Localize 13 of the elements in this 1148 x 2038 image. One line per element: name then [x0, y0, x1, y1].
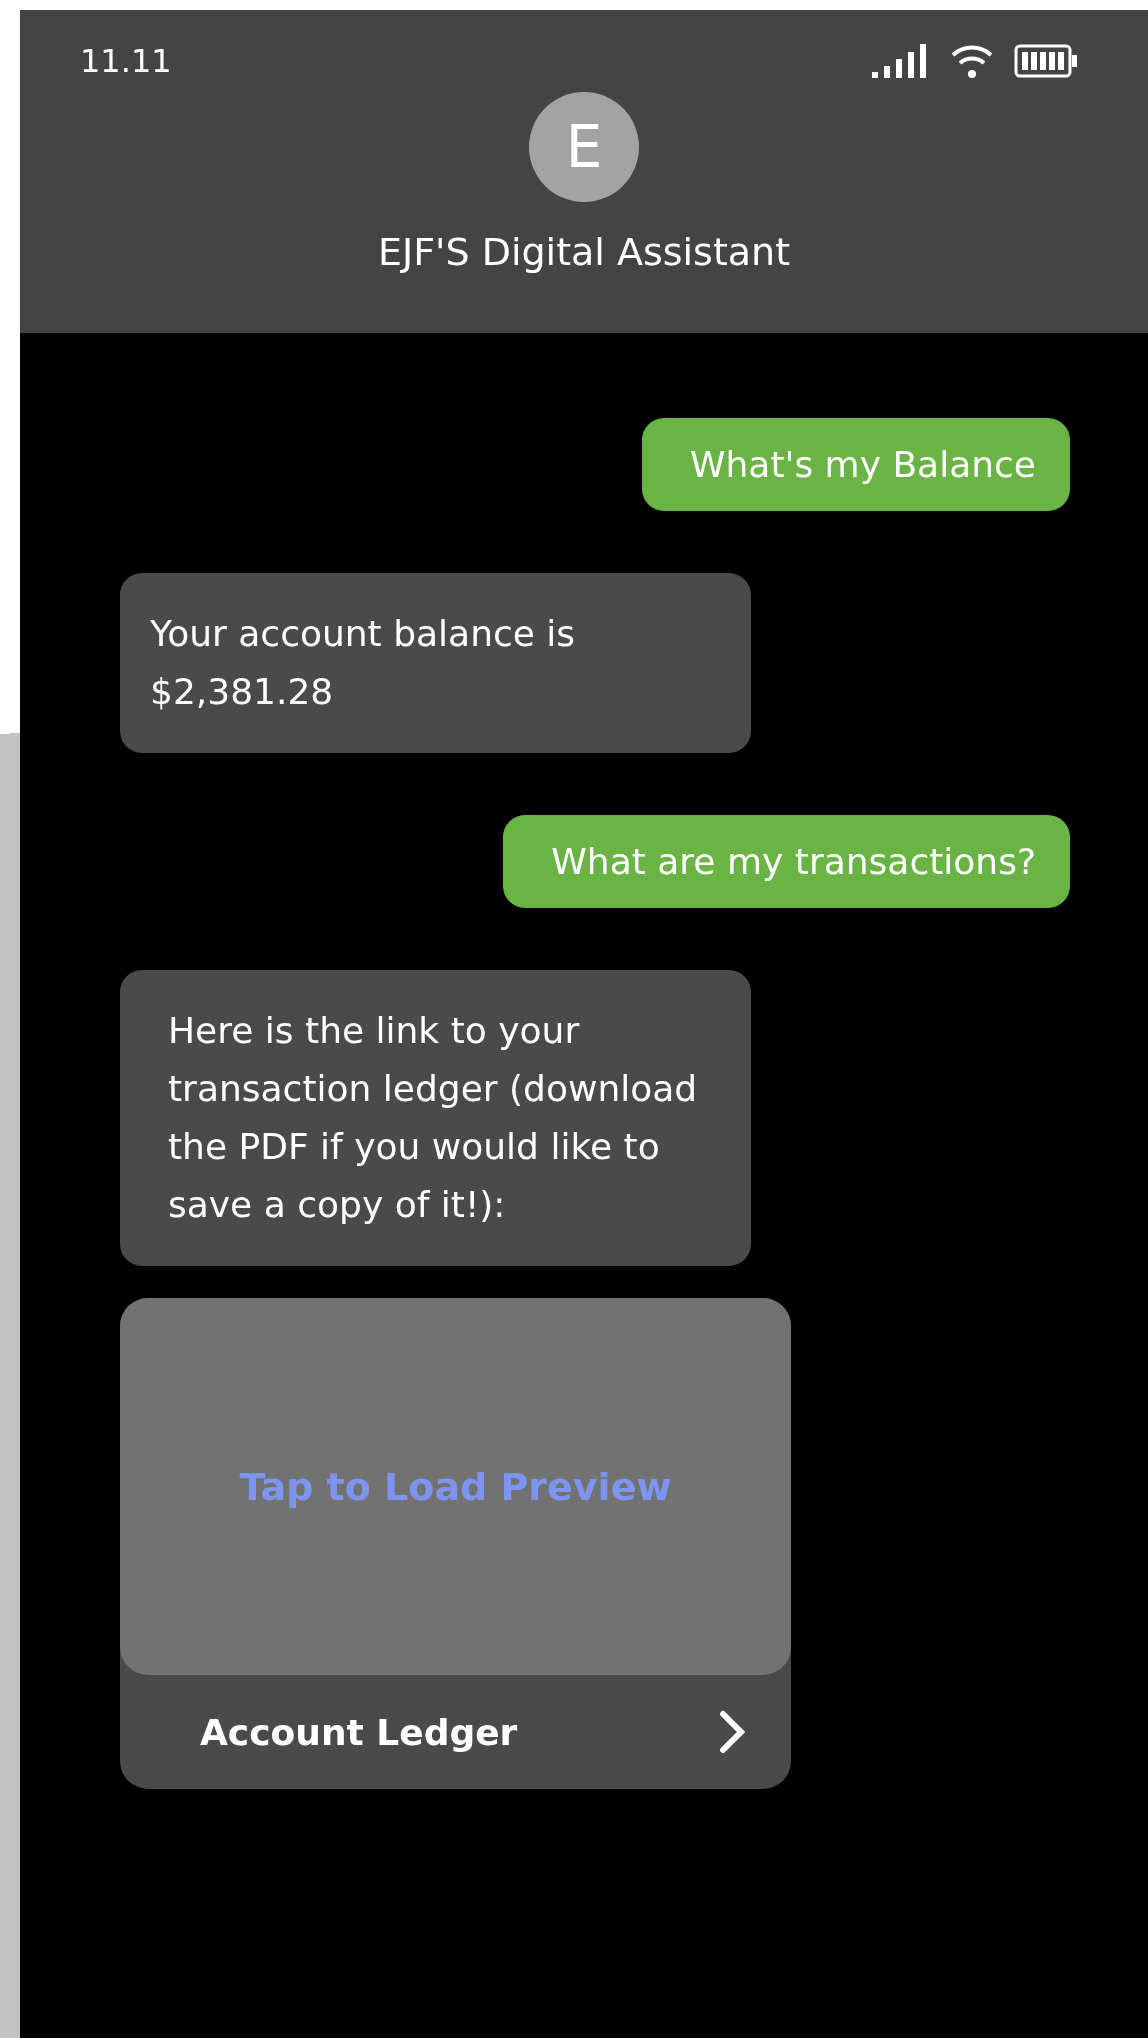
assistant-avatar: E: [529, 92, 639, 202]
status-time: 11.11: [80, 42, 172, 80]
attachment-title: Account Ledger: [200, 1711, 518, 1753]
preview-label: Tap to Load Preview: [239, 1464, 672, 1509]
wifi-icon: [950, 43, 994, 79]
attachment-card[interactable]: Tap to Load Preview Account Ledger: [120, 1298, 791, 1789]
chevron-icon: [719, 1710, 745, 1754]
battery-icon: [1014, 44, 1078, 78]
bot-message: Here is the link to your transaction ledger (download the PDF if you would like to save a copy of it!):: [120, 970, 751, 1266]
user-message: What are my transactions?: [503, 815, 1070, 908]
user-message: What's my Balance: [641, 418, 1070, 511]
chat-title: EJF'S Digital Assistant: [377, 230, 791, 274]
bot-message: Your account balance is $2,381.28: [120, 573, 751, 753]
